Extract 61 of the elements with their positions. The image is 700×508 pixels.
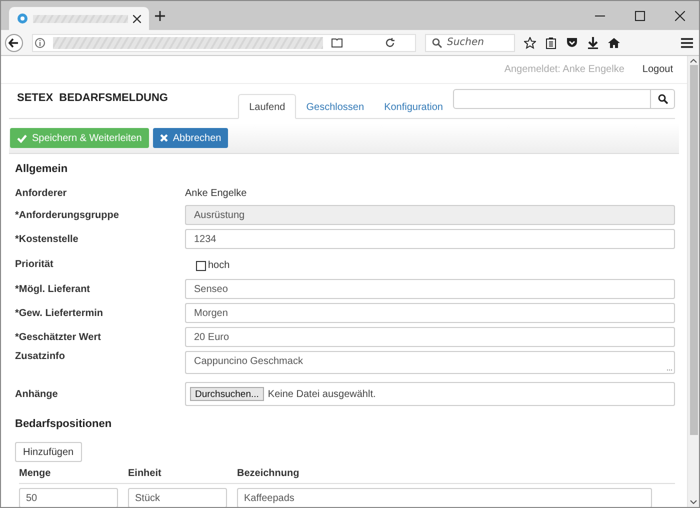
- add-button[interactable]: Hinzufügen: [15, 442, 82, 462]
- scroll-down-icon[interactable]: [690, 500, 697, 504]
- field-label: *Kostenstelle: [15, 234, 80, 244]
- field-label: *Anforderungsgruppe: [15, 210, 120, 220]
- field-value: Anke Engelke: [185, 188, 247, 198]
- input-field[interactable]: Morgen: [185, 303, 675, 323]
- star-icon[interactable]: [524, 36, 536, 48]
- input-field[interactable]: Ausrüstung: [185, 205, 675, 225]
- info-icon: [35, 38, 45, 48]
- table-input[interactable]: Kaffeepads: [237, 488, 652, 507]
- close-icon: [160, 134, 168, 142]
- field-label: Zusatzinfo: [15, 351, 66, 362]
- pocket-icon[interactable]: [566, 36, 578, 48]
- input-field[interactable]: 1234: [185, 229, 675, 249]
- check-icon: [17, 134, 27, 142]
- section-heading: Bedarfspositionen: [15, 418, 113, 432]
- search-field[interactable]: [453, 89, 651, 109]
- field-label: Priorität: [15, 258, 54, 270]
- file-status: Keine Datei ausgewählt.: [268, 388, 376, 400]
- checkbox-label: hoch: [208, 260, 230, 271]
- checkbox[interactable]: [196, 260, 206, 270]
- column-header: Einheit: [128, 468, 162, 478]
- new-tab-icon[interactable]: [155, 10, 165, 20]
- reload-icon[interactable]: [385, 38, 395, 48]
- scrollbar[interactable]: [687, 56, 699, 507]
- back-icon[interactable]: [5, 34, 23, 52]
- column-header: Bezeichnung: [237, 468, 300, 478]
- search-button[interactable]: [651, 89, 675, 109]
- close-icon[interactable]: [133, 14, 141, 22]
- app-title: SETEX BEDARFSMELDUNG: [17, 92, 169, 104]
- input-field[interactable]: Senseo: [185, 279, 675, 299]
- nav-tab[interactable]: Laufend: [238, 94, 296, 119]
- browse-button[interactable]: Durchsuchen...: [190, 387, 264, 401]
- field-label: *Geschätzter Wert: [15, 332, 102, 342]
- toolbar-button[interactable]: Abbrechen: [152, 128, 228, 148]
- field-label: *Gew. Liefertermin: [15, 308, 104, 318]
- table-input[interactable]: 50: [19, 488, 118, 507]
- field-label: Anforderer: [15, 188, 68, 198]
- column-header: Menge: [19, 468, 52, 478]
- search-field[interactable]: Suchen: [425, 34, 515, 52]
- file-field[interactable]: Durchsuchen... Keine Datei ausgewählt.: [185, 382, 675, 406]
- field-label: *Mögl. Lieferant: [15, 284, 92, 294]
- search-icon: [658, 94, 668, 104]
- book-icon[interactable]: [331, 38, 343, 48]
- text-area[interactable]: Cappuncino Geschmack: [185, 351, 675, 374]
- home-icon[interactable]: [608, 36, 620, 48]
- table-input[interactable]: Stück: [128, 488, 227, 507]
- scroll-up-icon[interactable]: [690, 59, 697, 63]
- close-icon[interactable]: [675, 10, 685, 20]
- logout-link[interactable]: Logout: [642, 64, 673, 75]
- nav-tab[interactable]: Konfiguration: [374, 95, 453, 119]
- maximize-icon[interactable]: [635, 10, 645, 20]
- menu-icon[interactable]: [681, 38, 693, 48]
- nav-tab[interactable]: Geschlossen: [296, 95, 374, 119]
- logged-in-user: Angemeldet: Anke Engelke: [504, 64, 624, 75]
- clipboard-icon[interactable]: [545, 36, 557, 48]
- download-icon[interactable]: [587, 36, 599, 48]
- input-field[interactable]: 20 Euro: [185, 327, 675, 347]
- field-label: Anhänge: [15, 388, 59, 400]
- section-heading: Allgemein: [15, 163, 69, 177]
- search-icon: [432, 38, 442, 48]
